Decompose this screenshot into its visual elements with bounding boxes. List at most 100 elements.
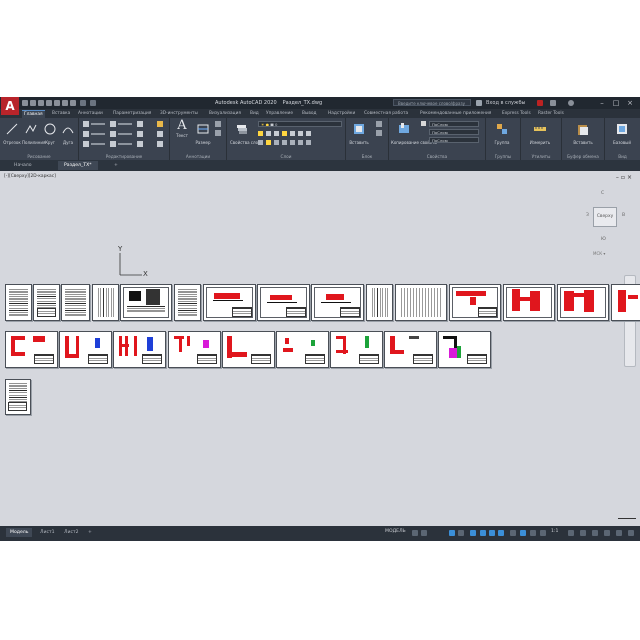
sheet-axon-3[interactable] bbox=[113, 331, 166, 368]
text-tool[interactable]: A Текст bbox=[173, 119, 191, 138]
plot-icon[interactable] bbox=[70, 100, 76, 106]
customization-icon[interactable] bbox=[628, 530, 634, 536]
units-icon[interactable] bbox=[592, 530, 598, 536]
sheet-axon-9[interactable] bbox=[438, 331, 491, 368]
linetype-dropdown[interactable]: ПоСлою bbox=[429, 129, 479, 135]
tab-layout-1[interactable]: Лист1 bbox=[36, 528, 59, 537]
tab-parametric[interactable]: Параметризация bbox=[111, 110, 153, 117]
tab-visualize[interactable]: Визуализация bbox=[207, 110, 243, 117]
viewport-controls[interactable]: [-][Сверху][2D-каркас] bbox=[4, 174, 56, 179]
wcs-menu[interactable]: МСК ▾ bbox=[593, 251, 605, 256]
add-layout-button[interactable]: + bbox=[84, 528, 96, 537]
tab-home[interactable]: Главная bbox=[22, 110, 45, 118]
measure-tool[interactable]: Измерить bbox=[526, 120, 554, 145]
isodraft-icon[interactable] bbox=[470, 530, 476, 536]
binoculars-icon[interactable] bbox=[476, 100, 482, 106]
lineweight-icon[interactable] bbox=[498, 530, 504, 536]
sheet-plan-4[interactable] bbox=[311, 284, 364, 321]
paste-tool[interactable]: Вставить bbox=[570, 120, 596, 145]
tab-featured-apps[interactable]: Рекомендованные приложения bbox=[418, 110, 493, 117]
sheet-table-3[interactable] bbox=[366, 284, 393, 321]
table-icon[interactable] bbox=[215, 130, 221, 136]
dimension-tool[interactable]: Размер bbox=[194, 120, 212, 145]
undo-icon[interactable] bbox=[80, 100, 86, 106]
tab-annotate[interactable]: Аннотации bbox=[76, 110, 105, 117]
search-input[interactable]: Введите ключевое слово/фразу bbox=[393, 99, 471, 106]
create-block-icon[interactable] bbox=[376, 121, 382, 127]
group-tool[interactable]: Группа bbox=[490, 120, 514, 145]
sheet-table-2[interactable] bbox=[174, 284, 201, 321]
tab-manage[interactable]: Управление bbox=[264, 110, 295, 117]
color-dropdown[interactable]: ПоСлою bbox=[429, 121, 479, 127]
annotation-monitor-icon[interactable] bbox=[580, 530, 586, 536]
sheet-section-2[interactable] bbox=[557, 284, 609, 321]
sheet-text-2[interactable] bbox=[33, 284, 60, 321]
signin-button[interactable]: Вход в службы bbox=[486, 100, 525, 106]
tab-addins[interactable]: Надстройки bbox=[326, 110, 357, 117]
help-icon[interactable] bbox=[568, 100, 574, 106]
sheet-axon-7[interactable] bbox=[330, 331, 383, 368]
close-button[interactable]: × bbox=[626, 99, 634, 107]
object-snap-tracking-icon[interactable] bbox=[480, 530, 486, 536]
polyline-tool[interactable]: Полилиния bbox=[22, 120, 45, 145]
web-save-icon[interactable] bbox=[62, 100, 68, 106]
annotation-visibility-icon[interactable] bbox=[520, 530, 526, 536]
insert-block-tool[interactable]: Вставить bbox=[348, 120, 370, 145]
redo-icon[interactable] bbox=[90, 100, 96, 106]
isolate-objects-icon[interactable] bbox=[604, 530, 610, 536]
sheet-axon-8[interactable] bbox=[384, 331, 437, 368]
sheet-axon-1[interactable] bbox=[5, 331, 58, 368]
sheet-axon-2[interactable] bbox=[59, 331, 112, 368]
tab-drawing[interactable]: Раздел_ТХ* bbox=[58, 161, 98, 170]
tab-model[interactable]: Модель bbox=[6, 528, 33, 537]
tab-start[interactable]: Начало bbox=[8, 161, 38, 170]
save-as-icon[interactable] bbox=[46, 100, 52, 106]
line-tool[interactable]: Отрезок bbox=[3, 120, 21, 145]
layer-tools-icons[interactable] bbox=[258, 131, 342, 149]
sheet-text-3[interactable] bbox=[61, 284, 90, 321]
exchange-icon[interactable] bbox=[537, 100, 543, 106]
leader-icon[interactable] bbox=[215, 121, 221, 127]
sheet-axon-6[interactable] bbox=[276, 331, 329, 368]
model-space-toggle[interactable]: МОДЕЛЬ bbox=[385, 529, 406, 534]
tab-output[interactable]: Вывод bbox=[300, 110, 318, 117]
sheet-plan-1[interactable] bbox=[120, 284, 172, 321]
maximize-button[interactable]: □ bbox=[612, 99, 620, 107]
tab-layout-2[interactable]: Лист2 bbox=[60, 528, 83, 537]
minimize-button[interactable]: – bbox=[598, 99, 606, 107]
sheet-table-4[interactable] bbox=[395, 284, 447, 321]
workspace-gear-icon[interactable] bbox=[568, 530, 574, 536]
open-file-icon[interactable] bbox=[30, 100, 36, 106]
web-open-icon[interactable] bbox=[54, 100, 60, 106]
snap-icon[interactable] bbox=[421, 530, 427, 536]
tab-raster-tools[interactable]: Raster Tools bbox=[536, 110, 566, 117]
new-tab-button[interactable]: + bbox=[112, 161, 120, 170]
layer-dropdown[interactable]: ☀ ● ■ 0 bbox=[258, 121, 342, 127]
viewport-window-controls[interactable]: –▫× bbox=[616, 174, 634, 181]
polar-icon[interactable] bbox=[458, 530, 464, 536]
match-properties-tool[interactable]: Копирование свойств bbox=[391, 120, 437, 145]
sheet-axon-4[interactable] bbox=[168, 331, 221, 368]
object-snap-icon[interactable] bbox=[489, 530, 495, 536]
sheet-spec-1[interactable] bbox=[5, 379, 31, 415]
sheet-plan-2[interactable] bbox=[203, 284, 256, 321]
lineweight-dropdown[interactable]: ПоСлою bbox=[429, 137, 479, 143]
new-file-icon[interactable] bbox=[22, 100, 28, 106]
clean-screen-icon[interactable] bbox=[616, 530, 622, 536]
annotation-scale-icon[interactable] bbox=[540, 530, 546, 536]
sheet-plan-5[interactable] bbox=[449, 284, 501, 321]
modify-tools-icons[interactable] bbox=[83, 121, 165, 149]
annotation-scale-dropdown[interactable]: 1:1 bbox=[551, 529, 558, 534]
autodesk-a360-icon[interactable] bbox=[550, 100, 556, 106]
sheet-section-3[interactable] bbox=[611, 284, 640, 321]
tab-3d-tools[interactable]: 3D-инструменты bbox=[158, 110, 200, 117]
circle-tool[interactable]: Круг bbox=[41, 120, 59, 145]
transparency-icon[interactable] bbox=[510, 530, 516, 536]
grid-icon[interactable] bbox=[412, 530, 418, 536]
tab-collaborate[interactable]: Совместная работа bbox=[362, 110, 410, 117]
ortho-icon[interactable] bbox=[449, 530, 455, 536]
cube-face-top[interactable]: Сверху bbox=[593, 207, 617, 227]
sheet-plan-3[interactable] bbox=[257, 284, 310, 321]
viewcube[interactable]: С З В Ю Сверху bbox=[586, 191, 628, 243]
sheet-axon-5[interactable] bbox=[222, 331, 275, 368]
